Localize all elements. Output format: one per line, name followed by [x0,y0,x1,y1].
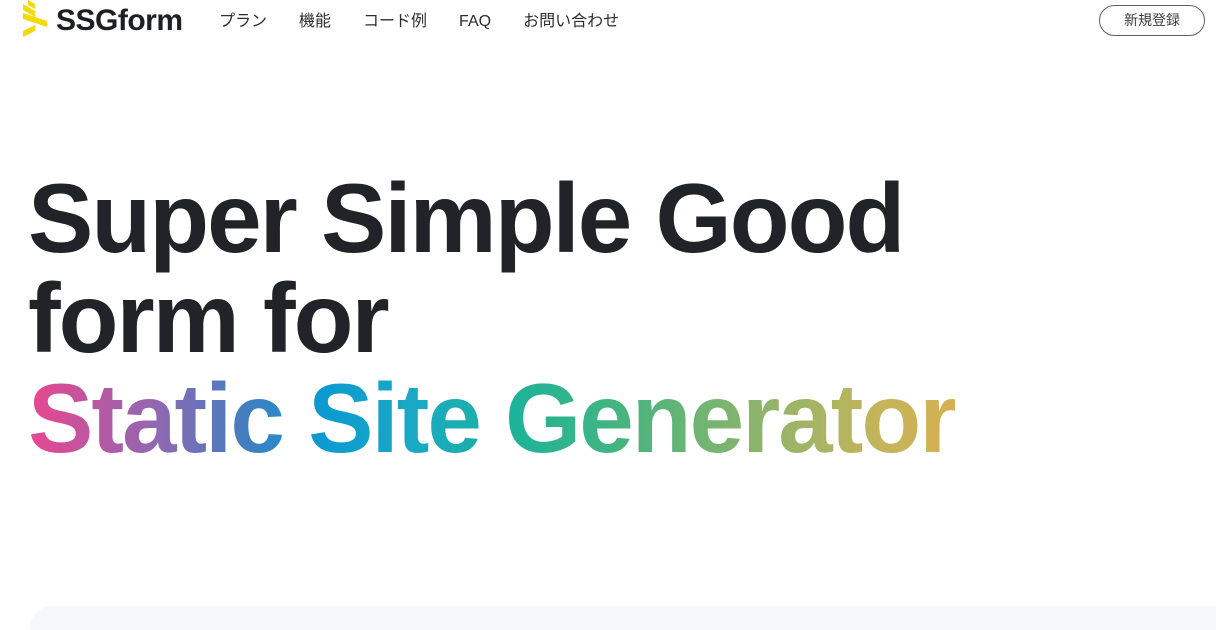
nav-link-faq[interactable]: FAQ [459,10,491,34]
hero-section: Super Simple Good form for Static Site G… [28,168,1128,468]
page: SSGform プラン 機能 コード例 FAQ お問い合わせ 新規登録 Supe… [0,0,1216,630]
logo-text: SSGform [56,4,183,37]
nav-link-contact[interactable]: お問い合わせ [523,10,619,34]
nav-link-features[interactable]: 機能 [299,10,331,34]
main-nav: プラン 機能 コード例 FAQ お問い合わせ [219,10,619,34]
hero-heading: Super Simple Good form for Static Site G… [28,168,1128,468]
signup-button[interactable]: 新規登録 [1099,5,1205,36]
content-panel [30,606,1216,630]
site-header: SSGform プラン 機能 コード例 FAQ お問い合わせ 新規登録 [0,0,1216,46]
nav-link-plan[interactable]: プラン [219,10,267,34]
logo-link[interactable]: SSGform [22,0,183,42]
hero-line-3: Static Site Generator [28,368,1128,468]
hero-gradient-text: Static Site Generator [28,363,957,473]
hero-line-2: form for [28,263,390,373]
ssgform-logo-icon [23,0,47,37]
nav-link-code-examples[interactable]: コード例 [363,10,427,34]
hero-line-1: Super Simple Good [28,163,905,273]
